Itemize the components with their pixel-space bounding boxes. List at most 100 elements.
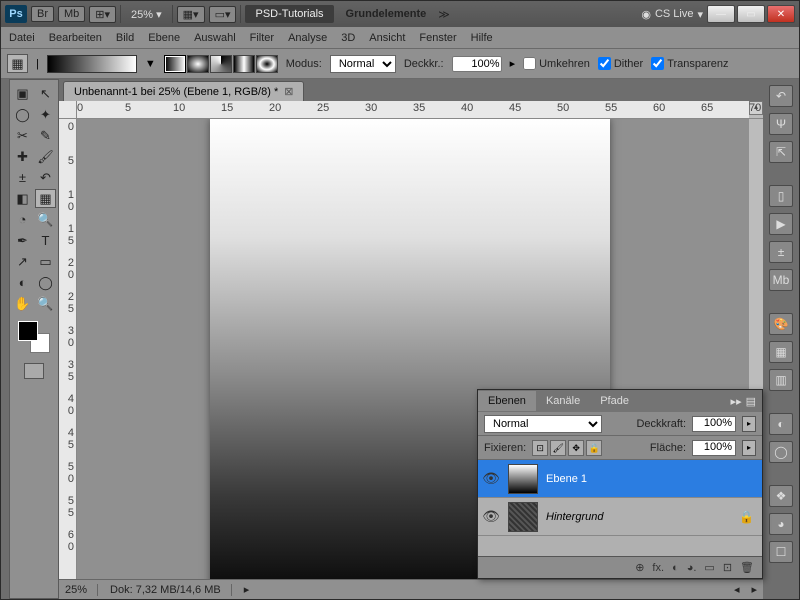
cs-live[interactable]: ◉ CS Live ▾ xyxy=(641,8,703,21)
menu-3d[interactable]: 3D xyxy=(341,32,355,44)
stamp-tool[interactable]: ± xyxy=(12,168,33,187)
close-tab-icon[interactable]: ⊠ xyxy=(284,85,293,98)
channels-icon[interactable]: ◕ xyxy=(769,513,793,535)
gradient-angle[interactable] xyxy=(210,55,232,73)
eyedropper-tool[interactable]: ✎ xyxy=(35,126,56,145)
menu-view[interactable]: Ansicht xyxy=(369,32,405,44)
hand-tool[interactable]: ✋ xyxy=(12,294,33,313)
quickmask-button[interactable] xyxy=(24,363,44,379)
layer-thumbnail[interactable] xyxy=(508,502,538,532)
gradient-tool[interactable]: ▦ xyxy=(35,189,56,208)
bridge-button[interactable]: Br xyxy=(31,6,54,22)
magic-wand-tool[interactable]: ✦ xyxy=(35,105,56,124)
heal-tool[interactable]: ✚ xyxy=(12,147,33,166)
menu-select[interactable]: Auswahl xyxy=(194,32,236,44)
status-zoom[interactable]: 25% xyxy=(65,584,98,596)
link-layers-icon[interactable]: ⊕ xyxy=(635,561,644,574)
dither-checkbox[interactable] xyxy=(598,57,611,70)
maximize-button[interactable]: ▭ xyxy=(737,5,765,23)
layer-name[interactable]: Hintergrund xyxy=(546,511,731,523)
color-swatches[interactable] xyxy=(18,321,50,353)
lock-pixels-icon[interactable]: 🖌 xyxy=(550,440,566,456)
adjustments-icon[interactable]: ◐ xyxy=(769,413,793,435)
history-icon[interactable]: ↶ xyxy=(769,85,793,107)
menu-window[interactable]: Fenster xyxy=(419,32,456,44)
panel-menu-icon[interactable]: ▤ xyxy=(746,395,756,408)
gradient-reflected[interactable] xyxy=(233,55,255,73)
brush-tool[interactable]: 🖌 xyxy=(35,147,56,166)
reverse-checkbox[interactable] xyxy=(523,57,536,70)
menu-filter[interactable]: Filter xyxy=(250,32,274,44)
lasso-tool[interactable]: ◯ xyxy=(12,105,33,124)
move-arrow-tool[interactable]: ↖ xyxy=(35,84,56,103)
menu-edit[interactable]: Bearbeiten xyxy=(49,32,102,44)
tab-channels[interactable]: Kanäle xyxy=(536,391,590,411)
layer-thumbnail[interactable] xyxy=(508,464,538,494)
gradient-linear[interactable] xyxy=(164,55,186,73)
dodge-tool[interactable]: 🔍 xyxy=(35,210,56,229)
gradient-preview[interactable] xyxy=(47,55,137,73)
fx-icon[interactable]: fx. xyxy=(652,562,664,574)
gradient-radial[interactable] xyxy=(187,55,209,73)
lock-all-icon[interactable]: 🔒 xyxy=(586,440,602,456)
fill-input[interactable]: 100% xyxy=(692,440,736,456)
menu-analysis[interactable]: Analyse xyxy=(288,32,327,44)
opacity-input[interactable] xyxy=(452,56,502,72)
layer-row[interactable]: 👁 Hintergrund 🔒 xyxy=(478,498,762,536)
workspace-psd-tutorials[interactable]: PSD-Tutorials xyxy=(245,5,333,23)
stamp-panel-icon[interactable]: ± xyxy=(769,241,793,263)
eraser-tool[interactable]: ◧ xyxy=(12,189,33,208)
layer-opacity-input[interactable]: 100% xyxy=(692,416,736,432)
lock-transparency-icon[interactable]: ⊡ xyxy=(532,440,548,456)
pen-tool[interactable]: ✒ xyxy=(12,231,33,250)
layer-row[interactable]: 👁 Ebene 1 xyxy=(478,460,762,498)
blur-tool[interactable]: ◔ xyxy=(12,210,33,229)
panel-expand-icon[interactable]: ▸▸ xyxy=(731,395,742,408)
swatches-icon[interactable]: ▦ xyxy=(769,341,793,363)
share-icon[interactable]: ⇱ xyxy=(769,141,793,163)
delete-layer-icon[interactable]: 🗑 xyxy=(740,561,754,574)
document-tab[interactable]: Unbenannt-1 bei 25% (Ebene 1, RGB/8) * ⊠ xyxy=(63,81,304,101)
opacity-flyout-icon[interactable]: ▸ xyxy=(742,416,756,432)
zoom-tool[interactable]: 🔍 xyxy=(35,294,56,313)
layout-button[interactable]: ⊞▾ xyxy=(89,6,116,23)
masks-icon[interactable]: ◯ xyxy=(769,441,793,463)
visibility-icon[interactable]: 👁 xyxy=(482,508,500,525)
menu-image[interactable]: Bild xyxy=(116,32,134,44)
fill-flyout-icon[interactable]: ▸ xyxy=(742,440,756,456)
layers-icon[interactable]: ❖ xyxy=(769,485,793,507)
styles-icon[interactable]: ▥ xyxy=(769,369,793,391)
zoom-indicator[interactable]: 25% ▾ xyxy=(125,8,168,21)
path-tool[interactable]: ↗ xyxy=(12,252,33,271)
new-layer-icon[interactable]: ⊡ xyxy=(723,561,732,574)
layer-blend-select[interactable]: Normal xyxy=(484,415,602,433)
minibridge-button[interactable]: Mb xyxy=(58,6,85,22)
minimize-button[interactable]: — xyxy=(707,5,735,23)
mb-panel-icon[interactable]: Mb xyxy=(769,269,793,291)
workspace-grundelemente[interactable]: Grundelemente xyxy=(338,5,435,23)
tab-paths[interactable]: Pfade xyxy=(590,391,639,411)
layer-name[interactable]: Ebene 1 xyxy=(546,473,758,485)
group-icon[interactable]: ▭ xyxy=(704,561,714,574)
gradient-diamond[interactable] xyxy=(256,55,278,73)
camera-tool[interactable]: ◯ xyxy=(35,273,56,292)
play-icon[interactable]: ▶ xyxy=(769,213,793,235)
close-button[interactable]: ✕ xyxy=(767,5,795,23)
visibility-icon[interactable]: 👁 xyxy=(482,470,500,487)
blend-mode-select[interactable]: Normal xyxy=(330,55,396,73)
mask-icon[interactable]: ◐ xyxy=(672,562,679,574)
menu-file[interactable]: Datei xyxy=(9,32,35,44)
actions-icon[interactable]: Ψ xyxy=(769,113,793,135)
color-icon[interactable]: 🎨 xyxy=(769,313,793,335)
history-brush-tool[interactable]: ↶ xyxy=(35,168,56,187)
adjustment-layer-icon[interactable]: ◕. xyxy=(687,562,697,574)
type-tool[interactable]: T xyxy=(35,231,56,250)
tab-layers[interactable]: Ebenen xyxy=(478,391,536,411)
transparency-checkbox[interactable] xyxy=(651,57,664,70)
tool-preset-button[interactable]: ▦ xyxy=(7,54,28,73)
arrange-button[interactable]: ▦▾ xyxy=(177,6,205,23)
screen-mode-button[interactable]: ▭▾ xyxy=(209,6,237,23)
status-doc-size[interactable]: Dok: 7,32 MB/14,6 MB xyxy=(110,584,232,596)
menu-help[interactable]: Hilfe xyxy=(471,32,493,44)
move-tool[interactable]: ▣ xyxy=(12,84,33,103)
